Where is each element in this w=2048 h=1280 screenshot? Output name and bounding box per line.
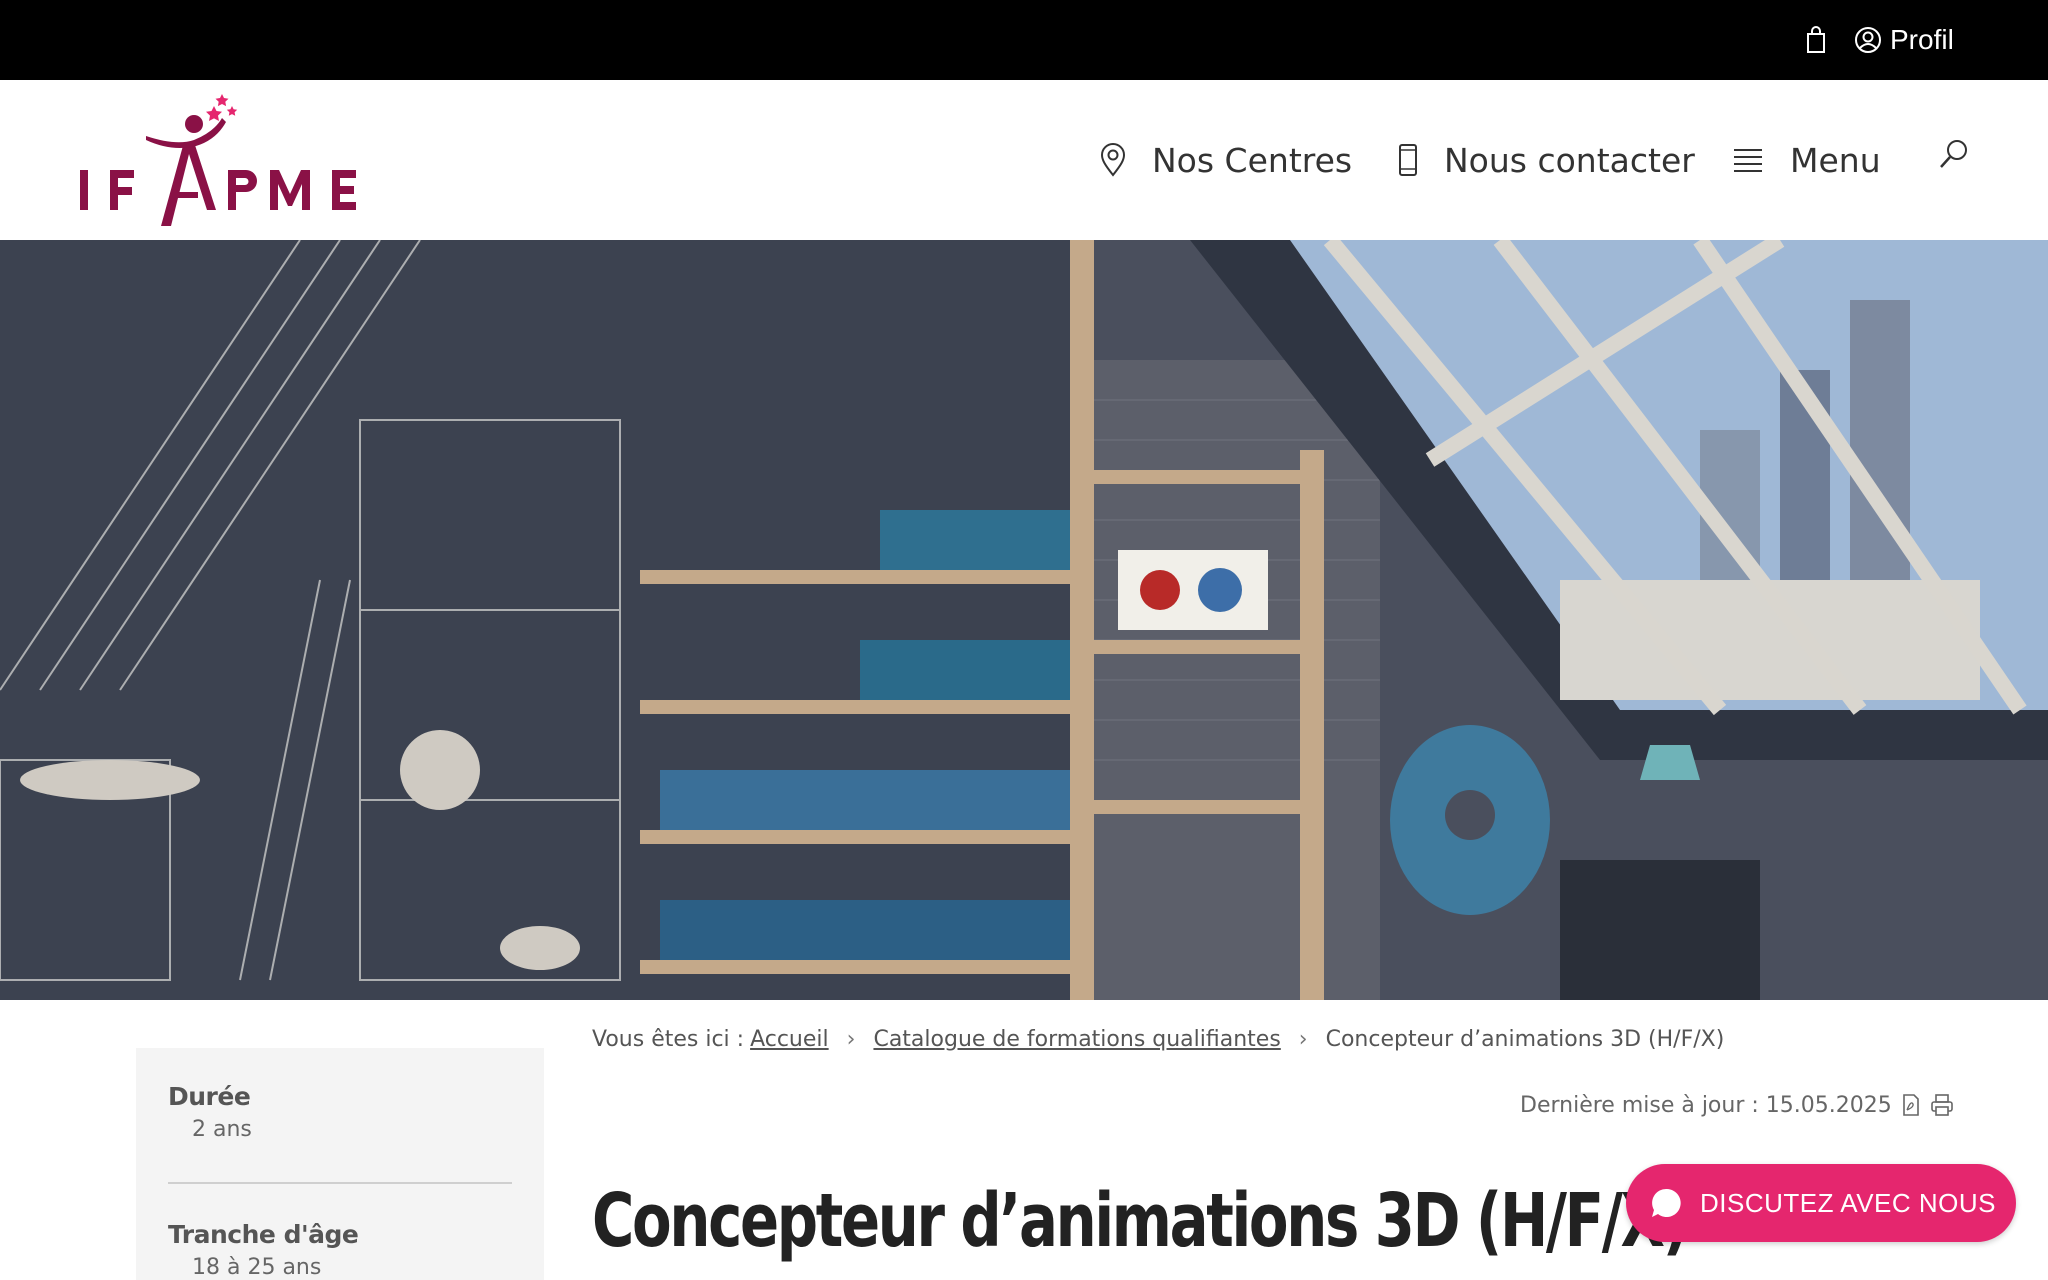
breadcrumb-catalogue-link[interactable]: Catalogue de formations qualifiantes xyxy=(873,1027,1280,1052)
breadcrumb-current: Concepteur d’animations 3D (H/F/X) xyxy=(1325,1026,1725,1052)
pdf-icon[interactable] xyxy=(1902,1093,1920,1117)
course-info-sidebar: Durée 2 ans Tranche d'âge 18 à 25 ans xyxy=(136,1048,544,1280)
duration-value: 2 ans xyxy=(192,1117,252,1142)
profile-link[interactable]: Profil xyxy=(1854,20,1954,60)
last-update-row: Dernière mise à jour : 15.05.2025 xyxy=(1520,1090,1954,1120)
top-bar: Profil xyxy=(0,0,2048,80)
hero-image xyxy=(0,240,2048,1000)
chevron-right-icon: › xyxy=(1298,1026,1308,1052)
nav-nous-contacter-label: Nous contacter xyxy=(1444,140,1695,180)
mobile-phone-icon xyxy=(1399,144,1417,176)
shopping-bag-icon[interactable] xyxy=(1804,26,1828,54)
nav-nous-contacter[interactable]: Nous contacter xyxy=(1398,130,1695,190)
nav-menu-label: Menu xyxy=(1790,140,1881,180)
sidebar-divider xyxy=(168,1182,512,1184)
breadcrumb: Vous êtes ici : Accueil › Catalogue de f… xyxy=(592,1024,1724,1054)
nav-menu[interactable]: Menu xyxy=(1732,130,1881,190)
location-pin-icon xyxy=(1100,143,1126,177)
duration-label: Durée xyxy=(168,1082,251,1111)
chat-button[interactable]: DISCUTEZ AVEC NOUS xyxy=(1626,1164,2016,1242)
search-icon[interactable] xyxy=(1938,138,1970,170)
last-update-text: Dernière mise à jour : 15.05.2025 xyxy=(1520,1092,1892,1118)
chat-bubble-icon xyxy=(1652,1188,1681,1217)
chevron-right-icon: › xyxy=(846,1026,856,1052)
ifapme-logo[interactable] xyxy=(76,92,372,228)
nav-nos-centres-label: Nos Centres xyxy=(1152,140,1353,180)
profile-label: Profil xyxy=(1890,24,1954,55)
user-circle-icon xyxy=(1855,27,1881,53)
print-icon[interactable] xyxy=(1930,1093,1954,1117)
nav-nos-centres[interactable]: Nos Centres xyxy=(1100,130,1352,190)
age-range-label: Tranche d'âge xyxy=(168,1220,359,1249)
breadcrumb-accueil-link[interactable]: Accueil xyxy=(750,1027,829,1052)
age-range-value: 18 à 25 ans xyxy=(192,1255,322,1280)
site-header: Nos Centres Nous contacter Menu xyxy=(0,80,2048,240)
chat-button-label: DISCUTEZ AVEC NOUS xyxy=(1700,1187,1997,1218)
hamburger-menu-icon xyxy=(1734,149,1762,172)
page-title: Concepteur d’animations 3D (H/F/X) xyxy=(592,1178,1689,1264)
breadcrumb-prefix: Vous êtes ici : xyxy=(592,1026,745,1052)
